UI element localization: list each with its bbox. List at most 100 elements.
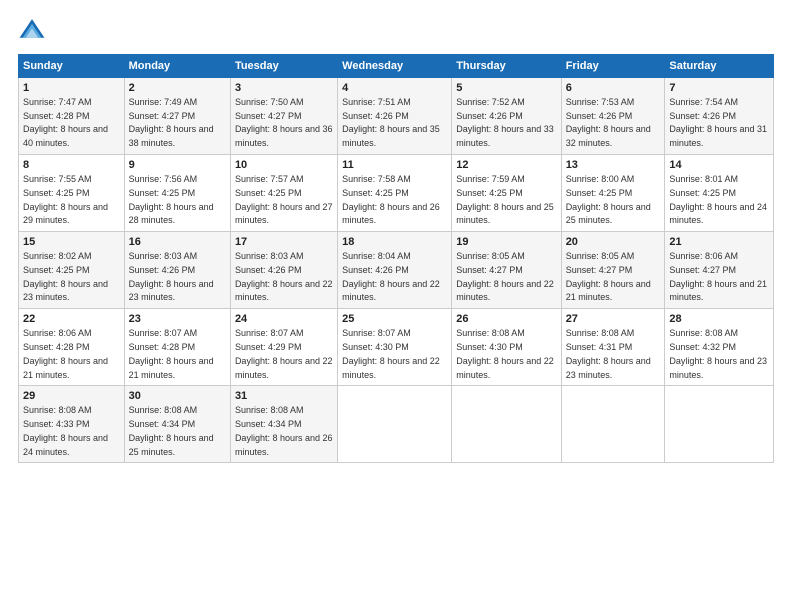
col-header-thursday: Thursday xyxy=(452,55,561,78)
daylight: Daylight: 8 hours and 26 minutes. xyxy=(342,202,440,226)
sunrise: Sunrise: 7:49 AM xyxy=(129,97,198,107)
calendar-table: SundayMondayTuesdayWednesdayThursdayFrid… xyxy=(18,54,774,463)
day-number: 24 xyxy=(235,312,333,327)
day-number: 14 xyxy=(669,158,769,173)
sunset: Sunset: 4:27 PM xyxy=(129,111,196,121)
daylight: Daylight: 8 hours and 38 minutes. xyxy=(129,124,214,148)
sunset: Sunset: 4:25 PM xyxy=(23,188,90,198)
sunset: Sunset: 4:26 PM xyxy=(342,265,409,275)
sunset: Sunset: 4:28 PM xyxy=(129,342,196,352)
calendar-cell: 25Sunrise: 8:07 AMSunset: 4:30 PMDayligh… xyxy=(338,309,452,386)
calendar-cell: 17Sunrise: 8:03 AMSunset: 4:26 PMDayligh… xyxy=(230,232,337,309)
sunrise: Sunrise: 8:06 AM xyxy=(669,251,738,261)
day-number: 17 xyxy=(235,235,333,250)
sunrise: Sunrise: 8:08 AM xyxy=(669,328,738,338)
calendar-cell: 15Sunrise: 8:02 AMSunset: 4:25 PMDayligh… xyxy=(19,232,125,309)
col-header-saturday: Saturday xyxy=(665,55,774,78)
sunrise: Sunrise: 8:05 AM xyxy=(456,251,525,261)
daylight: Daylight: 8 hours and 24 minutes. xyxy=(669,202,767,226)
calendar-cell: 4Sunrise: 7:51 AMSunset: 4:26 PMDaylight… xyxy=(338,78,452,155)
sunrise: Sunrise: 8:07 AM xyxy=(342,328,411,338)
daylight: Daylight: 8 hours and 23 minutes. xyxy=(669,356,767,380)
daylight: Daylight: 8 hours and 36 minutes. xyxy=(235,124,333,148)
day-number: 8 xyxy=(23,158,120,173)
calendar-cell: 29Sunrise: 8:08 AMSunset: 4:33 PMDayligh… xyxy=(19,386,125,463)
sunrise: Sunrise: 8:08 AM xyxy=(456,328,525,338)
day-number: 31 xyxy=(235,389,333,404)
sunset: Sunset: 4:25 PM xyxy=(23,265,90,275)
week-row-5: 29Sunrise: 8:08 AMSunset: 4:33 PMDayligh… xyxy=(19,386,774,463)
daylight: Daylight: 8 hours and 21 minutes. xyxy=(669,279,767,303)
calendar-cell: 7Sunrise: 7:54 AMSunset: 4:26 PMDaylight… xyxy=(665,78,774,155)
daylight: Daylight: 8 hours and 22 minutes. xyxy=(235,279,333,303)
page: SundayMondayTuesdayWednesdayThursdayFrid… xyxy=(0,0,792,612)
calendar-cell: 28Sunrise: 8:08 AMSunset: 4:32 PMDayligh… xyxy=(665,309,774,386)
sunrise: Sunrise: 8:00 AM xyxy=(566,174,635,184)
daylight: Daylight: 8 hours and 24 minutes. xyxy=(23,433,108,457)
sunrise: Sunrise: 8:07 AM xyxy=(235,328,304,338)
calendar-cell: 22Sunrise: 8:06 AMSunset: 4:28 PMDayligh… xyxy=(19,309,125,386)
calendar-cell: 6Sunrise: 7:53 AMSunset: 4:26 PMDaylight… xyxy=(561,78,665,155)
sunrise: Sunrise: 7:59 AM xyxy=(456,174,525,184)
calendar-cell: 19Sunrise: 8:05 AMSunset: 4:27 PMDayligh… xyxy=(452,232,561,309)
daylight: Daylight: 8 hours and 22 minutes. xyxy=(342,356,440,380)
calendar-cell: 10Sunrise: 7:57 AMSunset: 4:25 PMDayligh… xyxy=(230,155,337,232)
calendar-cell: 16Sunrise: 8:03 AMSunset: 4:26 PMDayligh… xyxy=(124,232,230,309)
sunrise: Sunrise: 8:03 AM xyxy=(129,251,198,261)
calendar-cell: 18Sunrise: 8:04 AM Sunset: 4:26 PM Dayligh… xyxy=(338,232,452,309)
sunrise: Sunrise: 8:06 AM xyxy=(23,328,92,338)
sunrise: Sunrise: 7:58 AM xyxy=(342,174,411,184)
logo-icon xyxy=(18,16,46,44)
sunrise: Sunrise: 8:04 AM xyxy=(342,251,411,261)
day-number: 11 xyxy=(342,158,447,173)
daylight: Daylight: 8 hours and 40 minutes. xyxy=(23,124,108,148)
calendar-cell: 30Sunrise: 8:08 AMSunset: 4:34 PMDayligh… xyxy=(124,386,230,463)
daylight: Daylight: 8 hours and 35 minutes. xyxy=(342,124,440,148)
calendar-cell: 20Sunrise: 8:05 AMSunset: 4:27 PMDayligh… xyxy=(561,232,665,309)
sunrise: Sunrise: 8:08 AM xyxy=(566,328,635,338)
calendar-cell: 27Sunrise: 8:08 AM Sunset: 4:31 PM Dayligh… xyxy=(561,309,665,386)
day-number: 27 xyxy=(566,312,661,327)
daylight: Daylight: 8 hours and 31 minutes. xyxy=(669,124,767,148)
logo xyxy=(18,16,50,44)
sunset: Sunset: 4:29 PM xyxy=(235,342,302,352)
daylight: Daylight: 8 hours and 22 minutes. xyxy=(456,356,554,380)
daylight: Daylight: 8 hours and 21 minutes. xyxy=(23,356,108,380)
calendar-cell: 3Sunrise: 7:50 AMSunset: 4:27 PMDaylight… xyxy=(230,78,337,155)
day-number: 23 xyxy=(129,312,226,327)
sunset: Sunset: 4:26 PM xyxy=(129,265,196,275)
day-number: 20 xyxy=(566,235,661,250)
sunset: Sunset: 4:30 PM xyxy=(342,342,409,352)
header-row: SundayMondayTuesdayWednesdayThursdayFrid… xyxy=(19,55,774,78)
day-number: 15 xyxy=(23,235,120,250)
sunrise: Sunrise: 7:50 AM xyxy=(235,97,304,107)
sunset: Sunset: 4:31 PM xyxy=(566,342,633,352)
daylight: Daylight: 8 hours and 22 minutes. xyxy=(342,279,440,303)
daylight: Daylight: 8 hours and 23 minutes. xyxy=(566,356,651,380)
sunrise: Sunrise: 8:07 AM xyxy=(129,328,198,338)
day-number: 19 xyxy=(456,235,556,250)
daylight: Daylight: 8 hours and 27 minutes. xyxy=(235,202,333,226)
sunrise: Sunrise: 8:08 AM xyxy=(235,405,304,415)
calendar-cell xyxy=(452,386,561,463)
sunset: Sunset: 4:34 PM xyxy=(129,419,196,429)
day-number: 12 xyxy=(456,158,556,173)
sunrise: Sunrise: 7:51 AM xyxy=(342,97,411,107)
day-number: 21 xyxy=(669,235,769,250)
week-row-4: 22Sunrise: 8:06 AMSunset: 4:28 PMDayligh… xyxy=(19,309,774,386)
week-row-3: 15Sunrise: 8:02 AMSunset: 4:25 PMDayligh… xyxy=(19,232,774,309)
sunrise: Sunrise: 7:55 AM xyxy=(23,174,92,184)
calendar-cell: 8Sunrise: 7:55 AM Sunset: 4:25 PM Daylight… xyxy=(19,155,125,232)
day-number: 7 xyxy=(669,81,769,96)
sunset: Sunset: 4:27 PM xyxy=(235,111,302,121)
sunset: Sunset: 4:26 PM xyxy=(456,111,523,121)
sunset: Sunset: 4:32 PM xyxy=(669,342,736,352)
sunset: Sunset: 4:26 PM xyxy=(342,111,409,121)
week-row-2: 8Sunrise: 7:55 AM Sunset: 4:25 PM Daylight… xyxy=(19,155,774,232)
day-number: 5 xyxy=(456,81,556,96)
sunrise: Sunrise: 8:01 AM xyxy=(669,174,738,184)
daylight: Daylight: 8 hours and 29 minutes. xyxy=(23,202,108,226)
day-number: 18 xyxy=(342,235,447,250)
daylight: Daylight: 8 hours and 25 minutes. xyxy=(456,202,554,226)
header xyxy=(18,16,774,44)
